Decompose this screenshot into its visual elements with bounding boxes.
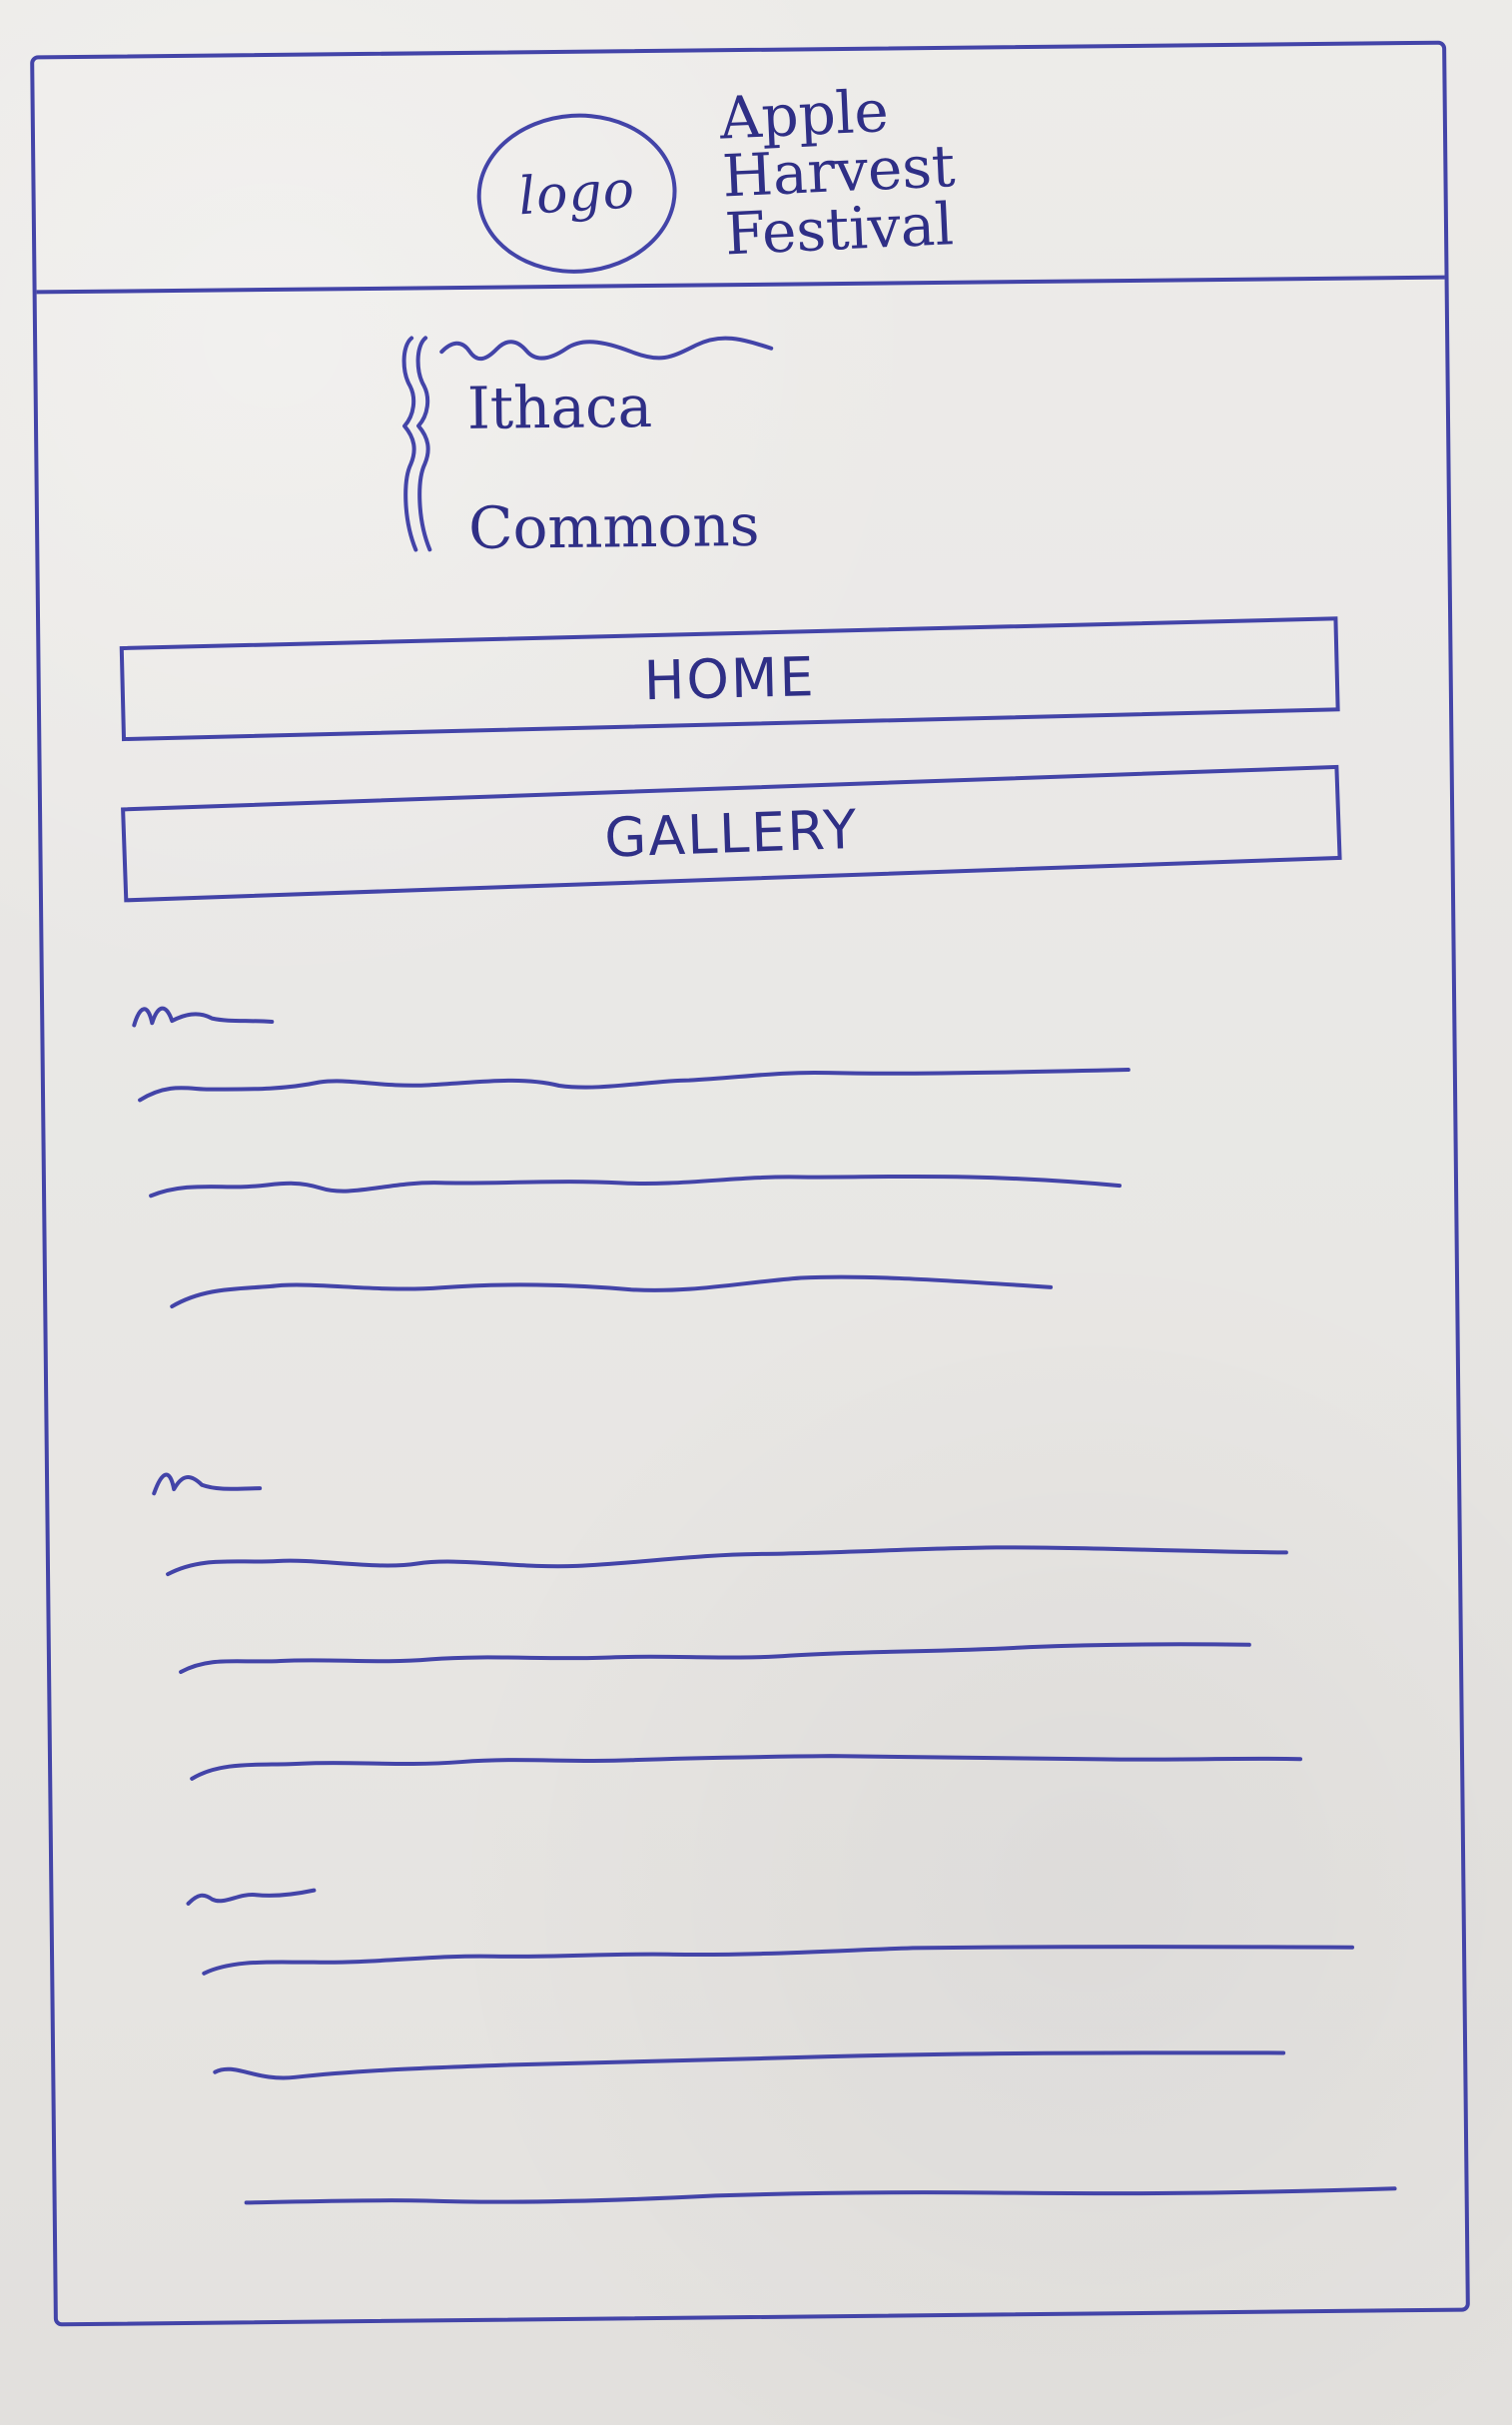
content-line-3 <box>170 1274 1054 1309</box>
content-line-1 <box>138 1068 1131 1103</box>
content-line-8 <box>213 2050 1286 2080</box>
content-line-6 <box>190 1754 1303 1781</box>
content-line-9 <box>244 2186 1397 2205</box>
content-line-5 <box>179 1642 1251 1674</box>
section-heading-2-scribble <box>152 1472 263 1496</box>
mobile-wireframe: logo Apple Harvest Festival Ithaca Commo… <box>30 40 1470 2327</box>
content-line-7 <box>202 1945 1355 1976</box>
section-heading-1-scribble <box>132 1006 275 1028</box>
content-line-2 <box>149 1174 1123 1199</box>
content-area <box>34 45 1466 2323</box>
content-line-4 <box>166 1545 1288 1577</box>
section-heading-3-scribble <box>186 1888 317 1906</box>
